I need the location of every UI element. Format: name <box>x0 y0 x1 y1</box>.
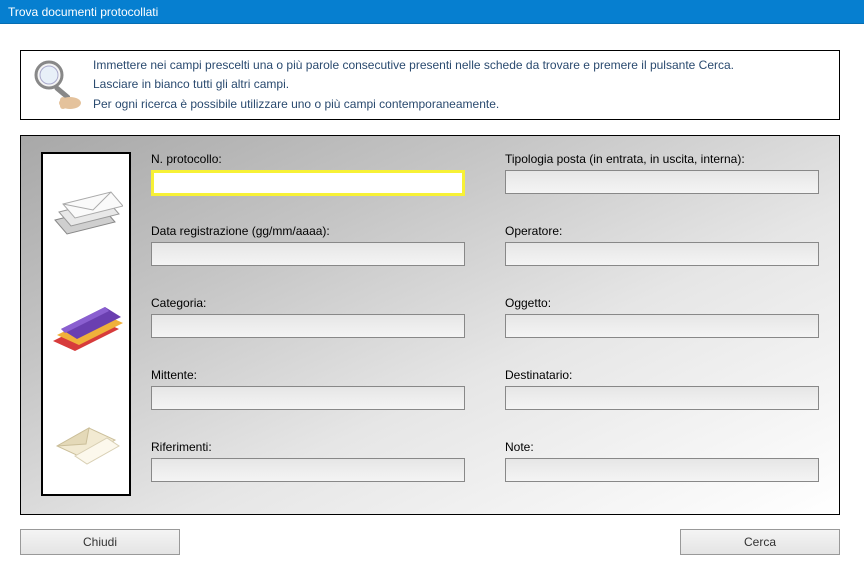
label-data: Data registrazione (gg/mm/aaaa): <box>151 224 465 238</box>
label-tipologia: Tipologia posta (in entrata, in uscita, … <box>505 152 819 166</box>
label-categoria: Categoria: <box>151 296 465 310</box>
folders-icon <box>49 289 123 359</box>
label-destinatario: Destinatario: <box>505 368 819 382</box>
search-form: N. protocollo: Tipologia posta (in entra… <box>151 152 819 494</box>
label-riferimenti: Riferimenti: <box>151 440 465 454</box>
search-button[interactable]: Cerca <box>680 529 840 555</box>
label-protocollo: N. protocollo: <box>151 152 465 166</box>
close-button[interactable]: Chiudi <box>20 529 180 555</box>
input-tipologia[interactable] <box>505 170 819 194</box>
label-note: Note: <box>505 440 819 454</box>
instructions-line-3: Per ogni ricerca è possibile utilizzare … <box>93 95 734 114</box>
instructions-line-1: Immettere nei campi prescelti una o più … <box>93 56 734 75</box>
instructions-panel: Immettere nei campi prescelti una o più … <box>20 50 840 120</box>
label-mittente: Mittente: <box>151 368 465 382</box>
magnifier-icon <box>27 57 83 113</box>
input-riferimenti[interactable] <box>151 458 465 482</box>
input-mittente[interactable] <box>151 386 465 410</box>
envelopes-icon <box>49 180 123 250</box>
window-titlebar: Trova documenti protocollati <box>0 0 864 24</box>
input-destinatario[interactable] <box>505 386 819 410</box>
window-title: Trova documenti protocollati <box>8 5 158 19</box>
client-area: Immettere nei campi prescelti una o più … <box>0 24 864 587</box>
input-note[interactable] <box>505 458 819 482</box>
input-protocollo[interactable] <box>151 170 465 196</box>
label-oggetto: Oggetto: <box>505 296 819 310</box>
input-operatore[interactable] <box>505 242 819 266</box>
input-data[interactable] <box>151 242 465 266</box>
instructions-line-2: Lasciare in bianco tutti gli altri campi… <box>93 75 734 94</box>
label-operatore: Operatore: <box>505 224 819 238</box>
input-categoria[interactable] <box>151 314 465 338</box>
sidebar-images <box>41 152 131 496</box>
search-panel: N. protocollo: Tipologia posta (in entra… <box>20 135 840 515</box>
instructions-text: Immettere nei campi prescelti una o più … <box>93 56 734 114</box>
paper-icon <box>49 398 123 468</box>
input-oggetto[interactable] <box>505 314 819 338</box>
